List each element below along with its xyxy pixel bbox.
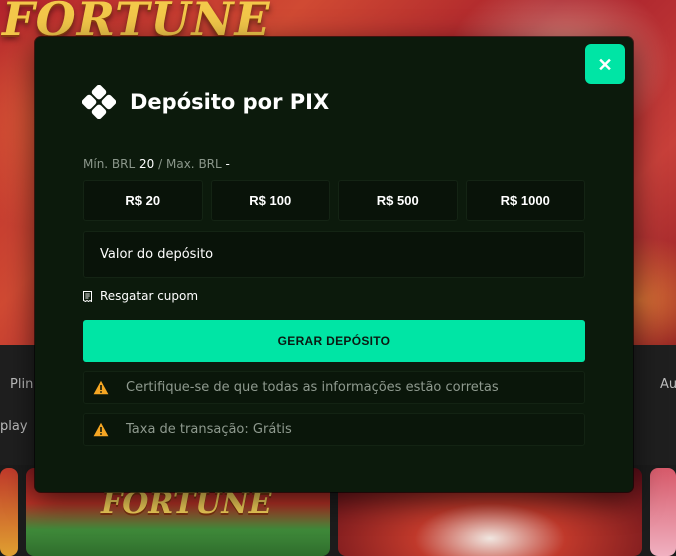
generate-deposit-button[interactable]: GERAR DEPÓSITO [83, 320, 585, 362]
amount-option-1000[interactable]: R$ 1000 [465, 180, 585, 221]
amount-option-500[interactable]: R$ 500 [338, 180, 458, 221]
redeem-coupon-link[interactable]: Resgatar cupom [83, 289, 198, 303]
warning-triangle-icon [93, 380, 109, 395]
notice-transaction-fee: Taxa de transação: Grátis [83, 413, 585, 446]
deposit-modal: ✕ Depósito por PIX Mín. BRL 20 / Max. BR… [35, 37, 633, 492]
amount-option-100[interactable]: R$ 100 [210, 180, 330, 221]
redeem-coupon-label: Resgatar cupom [100, 289, 199, 303]
deposit-limits: Mín. BRL 20 / Max. BRL - [83, 157, 230, 171]
warning-triangle-icon [93, 422, 109, 437]
amount-option-20[interactable]: R$ 20 [83, 180, 203, 221]
close-icon: ✕ [597, 55, 613, 75]
background-game-card[interactable] [650, 468, 676, 556]
notice-verify-info: Certifique-se de que todas as informaçõe… [83, 371, 585, 404]
close-button[interactable]: ✕ [585, 44, 625, 84]
notice-text: Taxa de transação: Grátis [126, 422, 292, 437]
modal-header: Depósito por PIX [82, 85, 330, 119]
deposit-amount-placeholder: Valor do depósito [100, 247, 214, 262]
background-tab-right[interactable]: Au [660, 377, 676, 392]
max-value: - [225, 157, 230, 171]
background-game-card[interactable] [0, 468, 18, 556]
min-value: 20 [139, 157, 155, 171]
min-label: Mín. BRL [83, 157, 136, 171]
modal-title: Depósito por PIX [130, 90, 330, 114]
receipt-icon [83, 290, 92, 302]
background-tab-plinko[interactable]: Plin [10, 377, 33, 392]
notice-text: Certifique-se de que todas as informaçõe… [126, 380, 499, 395]
deposit-amount-input[interactable]: Valor do depósito [83, 231, 585, 278]
amount-options: R$ 20 R$ 100 R$ 500 R$ 1000 [83, 180, 585, 221]
background-tab-play[interactable]: play [0, 419, 28, 434]
limits-separator: / [158, 157, 163, 171]
max-label: Max. BRL [166, 157, 222, 171]
pix-logo-icon [82, 85, 116, 119]
